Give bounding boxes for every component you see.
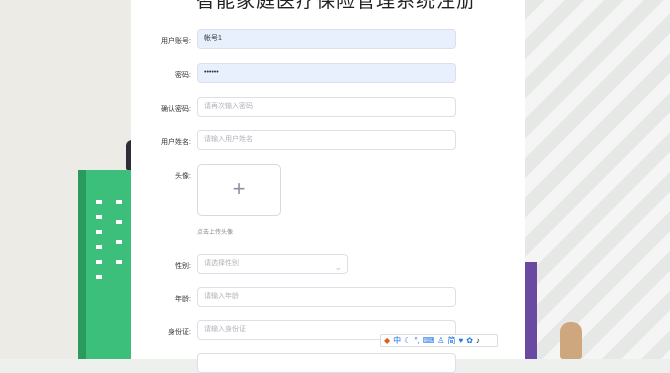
gender-label: 性别: [175, 263, 191, 270]
ime-simplified[interactable]: 简 [447, 335, 455, 346]
id-card-label: 身份证: [168, 329, 191, 336]
confirm-password-input[interactable]: 请再次输入密码 [197, 97, 456, 117]
confirm-password-label: 确认密码: [161, 106, 191, 113]
punctuation-icon[interactable]: °, [414, 335, 419, 346]
id-card-placeholder: 请输入身份证 [204, 326, 246, 333]
user-icon[interactable]: ♙ [437, 335, 444, 346]
plus-icon: + [232, 176, 246, 201]
gender-select[interactable]: 请选择性别 ⌄ [197, 254, 348, 274]
ime-logo-icon: ◆ [384, 336, 391, 345]
app-icon[interactable]: ♪ [476, 335, 480, 346]
skin-icon[interactable]: ♥ [458, 335, 463, 346]
user-name-input[interactable]: 请输入用户姓名 [197, 130, 456, 150]
avatar-hint: 点击上传头像 [197, 230, 234, 236]
page-title: 智能家庭医疗保险管理系统注册 [196, 0, 477, 12]
person-illustration-right [560, 322, 582, 359]
chevron-down-icon: ⌄ [334, 262, 342, 272]
next-input[interactable] [197, 353, 456, 373]
password-label: 密码: [175, 72, 191, 79]
ime-toolbar[interactable]: ◆ 中 ☾ °, ⌨ ♙ 简 ♥ ✿ ♪ [380, 334, 498, 347]
confirm-password-placeholder: 请再次输入密码 [204, 103, 253, 110]
ime-mode-chinese[interactable]: 中 [393, 335, 401, 346]
avatar-upload[interactable]: + [197, 164, 281, 216]
moon-icon[interactable]: ☾ [404, 335, 411, 346]
user-name-label: 用户姓名: [161, 139, 191, 146]
background-right [525, 0, 670, 359]
settings-icon[interactable]: ✿ [466, 335, 473, 346]
avatar-label: 头像: [175, 173, 191, 180]
password-input[interactable]: •••••• [197, 63, 456, 83]
decor-panel [525, 262, 537, 359]
account-input[interactable]: 帐号1 [197, 29, 456, 49]
age-placeholder: 请输入年龄 [204, 293, 239, 300]
account-label: 用户账号: [161, 38, 191, 45]
register-form: 智能家庭医疗保险管理系统注册 用户账号: 帐号1 密码: •••••• 确认密码… [131, 0, 525, 373]
user-name-placeholder: 请输入用户姓名 [204, 136, 253, 143]
keyboard-icon[interactable]: ⌨ [423, 335, 435, 346]
age-input[interactable]: 请输入年龄 [197, 287, 456, 307]
age-label: 年龄: [175, 296, 191, 303]
gender-placeholder: 请选择性别 [204, 260, 239, 267]
